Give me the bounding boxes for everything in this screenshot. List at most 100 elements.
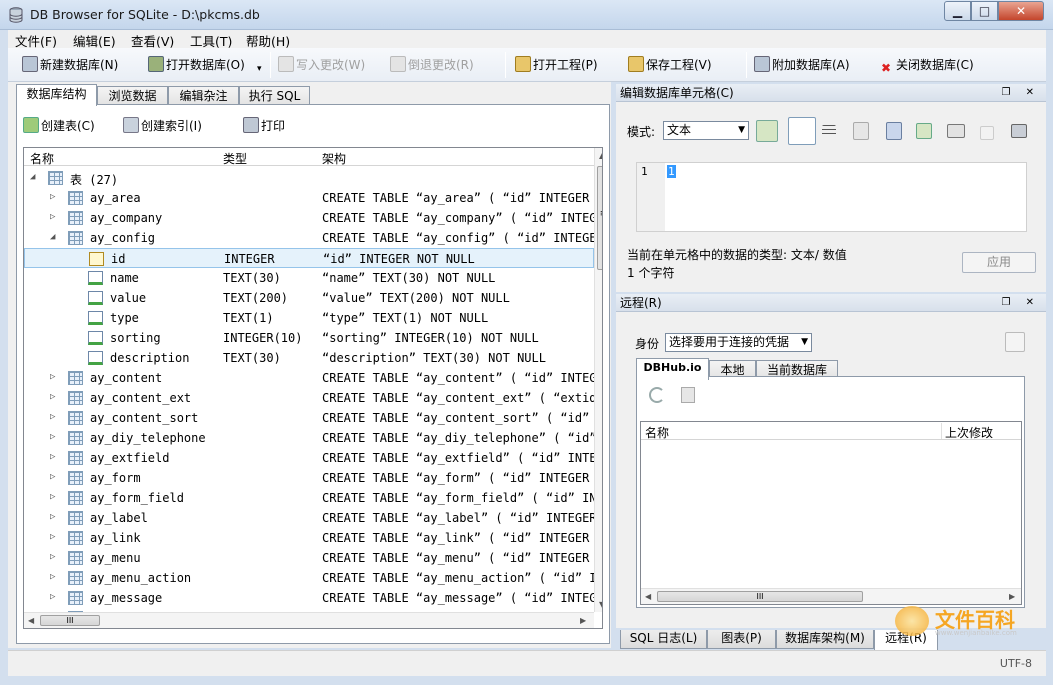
cell-text-editor[interactable]: 1 1: [636, 162, 1027, 232]
horizontal-scroll-thumb[interactable]: III: [657, 591, 863, 602]
horizontal-scroll-thumb[interactable]: III: [40, 615, 100, 626]
scroll-up-arrow-icon[interactable]: ▲: [599, 151, 602, 160]
expand-arrow-icon[interactable]: ▷: [50, 412, 55, 422]
column-header-name[interactable]: 名称: [645, 424, 669, 441]
new-database-button[interactable]: 新建数据库(N): [22, 56, 118, 74]
word-wrap-icon[interactable]: [788, 117, 816, 145]
schema-tree[interactable]: 名称 类型 架构 ◢ 表 (27) ▷ ay_area CREATE TABLE “…: [23, 147, 603, 629]
apply-button[interactable]: 应用: [962, 252, 1036, 273]
vertical-scroll-thumb[interactable]: ≡: [597, 166, 602, 270]
table-icon: [68, 371, 83, 385]
indent-icon[interactable]: [822, 125, 836, 137]
tab-edit-pragmas[interactable]: 编辑杂注: [168, 86, 239, 106]
attach-database-button[interactable]: 附加数据库(A): [754, 56, 850, 74]
tree-field-row[interactable]: name TEXT(30) “name” TEXT(30) NOT NULL: [24, 268, 594, 288]
tab-execute-sql[interactable]: 执行 SQL: [239, 86, 310, 106]
tree-table-row[interactable]: ▷ ay_form CREATE TABLE “ay_form” ( “id” IN…: [24, 468, 594, 488]
close-button[interactable]: ✕: [998, 1, 1044, 21]
tree-table-row[interactable]: ▷ ay_extfield CREATE TABLE “ay_extfield” (…: [24, 448, 594, 468]
column-header-name[interactable]: 名称: [30, 150, 54, 167]
expand-arrow-icon[interactable]: ▷: [50, 572, 55, 582]
expand-arrow-icon[interactable]: ▷: [50, 552, 55, 562]
expand-arrow-icon[interactable]: ▷: [50, 432, 55, 442]
expand-arrow-icon[interactable]: ▷: [50, 492, 55, 502]
vertical-scrollbar[interactable]: ▲ ≡ ▼: [594, 148, 602, 612]
tree-table-row[interactable]: ▷ ay_form_field CREATE TABLE “ay_form_fiel…: [24, 488, 594, 508]
tree-field-row[interactable]: value TEXT(200) “value” TEXT(200) NOT NULL: [24, 288, 594, 308]
expand-arrow-icon[interactable]: ▷: [50, 532, 55, 542]
tree-field-row[interactable]: description TEXT(30) “description” TEXT(30…: [24, 348, 594, 368]
expand-arrow-icon[interactable]: ▷: [50, 512, 55, 522]
dock-float-close-icons[interactable]: ❐ ✕: [1001, 294, 1040, 312]
tree-table-row[interactable]: ▷ ay_menu CREATE TABLE “ay_menu” ( “id” IN…: [24, 548, 594, 568]
tree-table-row[interactable]: ▷ ay_content_sort CREATE TABLE “ay_content…: [24, 408, 594, 428]
scroll-down-arrow-icon[interactable]: ▼: [599, 600, 602, 609]
expand-arrow-icon[interactable]: ▷: [50, 592, 55, 602]
tree-table-row[interactable]: ▷ ay_company CREATE TABLE “ay_company” ( “…: [24, 208, 594, 228]
tree-field-row[interactable]: id INTEGER “id” INTEGER NOT NULL: [24, 248, 594, 268]
column-header-last-modified[interactable]: 上次修改: [945, 424, 993, 441]
close-database-button[interactable]: ✖ 关闭数据库(C): [878, 56, 974, 75]
horizontal-scrollbar[interactable]: ◀ III ▶: [641, 588, 1021, 604]
scroll-right-arrow-icon[interactable]: ▶: [580, 616, 586, 625]
tree-table-row[interactable]: ▷ ay_label CREATE TABLE “ay_label” ( “id” …: [24, 508, 594, 528]
tab-db-schema[interactable]: 数据库架构(M): [776, 630, 874, 649]
collapse-arrow-icon[interactable]: ◢: [30, 172, 35, 182]
refresh-icon[interactable]: [649, 387, 665, 403]
dock-float-close-icons[interactable]: ❐ ✕: [1001, 84, 1040, 102]
identity-select[interactable]: 选择要用于连接的凭据 ▼: [665, 333, 812, 352]
tree-table-row[interactable]: ▷ ay_content CREATE TABLE “ay_content” ( “…: [24, 368, 594, 388]
collapse-arrow-icon[interactable]: ◢: [50, 232, 55, 242]
identity-settings-icon[interactable]: [1005, 332, 1025, 352]
open-database-button[interactable]: 打开数据库(O): [148, 56, 245, 74]
tab-dbhub[interactable]: DBHub.io: [636, 358, 709, 380]
tab-plot[interactable]: 图表(P): [707, 630, 776, 649]
open-external-icon[interactable]: [947, 124, 965, 138]
tree-table-row[interactable]: ▷ ay_area CREATE TABLE “ay_area” ( “id” IN…: [24, 188, 594, 208]
scroll-right-arrow-icon[interactable]: ▶: [1009, 592, 1015, 601]
tree-field-row[interactable]: type TEXT(1) “type” TEXT(1) NOT NULL: [24, 308, 594, 328]
tree-root-tables[interactable]: ◢ 表 (27): [24, 168, 594, 188]
minimize-button[interactable]: ▁: [944, 1, 971, 21]
tree-table-row[interactable]: ▷ ay_message CREATE TABLE “ay_message” ( “…: [24, 588, 594, 608]
clear-icon[interactable]: [980, 126, 994, 140]
create-index-button[interactable]: 创建索引(I): [123, 117, 202, 135]
set-null-icon[interactable]: [916, 123, 932, 139]
scroll-left-arrow-icon[interactable]: ◀: [28, 616, 34, 625]
expand-arrow-icon[interactable]: ▷: [50, 212, 55, 222]
tree-field-row[interactable]: sorting INTEGER(10) “sorting” INTEGER(10) …: [24, 328, 594, 348]
expand-arrow-icon[interactable]: ▷: [50, 372, 55, 382]
import-icon[interactable]: [853, 122, 869, 140]
remote-file-list[interactable]: 名称 上次修改 ◀ III ▶: [640, 421, 1022, 605]
tab-database-structure[interactable]: 数据库结构: [16, 84, 97, 106]
print-button[interactable]: 打印: [243, 117, 285, 135]
expand-arrow-icon[interactable]: ▷: [50, 192, 55, 202]
clone-database-icon[interactable]: [681, 387, 695, 403]
create-table-button[interactable]: 创建表(C): [23, 117, 95, 135]
printer-icon[interactable]: [1011, 124, 1027, 138]
auto-switch-mode-icon[interactable]: [756, 120, 778, 142]
scroll-left-arrow-icon[interactable]: ◀: [645, 592, 651, 601]
column-header-schema[interactable]: 架构: [322, 150, 346, 167]
expand-arrow-icon[interactable]: ▷: [50, 472, 55, 482]
expand-arrow-icon[interactable]: ▷: [50, 392, 55, 402]
tree-table-row[interactable]: ◢ ay_config CREATE TABLE “ay_config” ( “id…: [24, 228, 594, 248]
tree-table-row[interactable]: ▷ ay_content_ext CREATE TABLE “ay_content_…: [24, 388, 594, 408]
expand-arrow-icon[interactable]: ▷: [50, 452, 55, 462]
tab-browse-data[interactable]: 浏览数据: [97, 86, 168, 106]
cell-value[interactable]: 1: [667, 165, 676, 178]
tree-table-row[interactable]: ▷ ay_menu_action CREATE TABLE “ay_menu_act…: [24, 568, 594, 588]
mode-select[interactable]: 文本 ▼: [663, 121, 749, 140]
tree-table-row[interactable]: ▷ ay_link CREATE TABLE “ay_link” ( “id” IN…: [24, 528, 594, 548]
tab-sql-log[interactable]: SQL 日志(L): [620, 630, 707, 649]
export-icon[interactable]: [886, 122, 902, 140]
horizontal-scrollbar[interactable]: ◀ III ▶: [24, 612, 594, 628]
maximize-button[interactable]: □: [971, 1, 998, 21]
write-changes-button[interactable]: 写入更改(W): [278, 56, 365, 74]
save-project-button[interactable]: 保存工程(V): [628, 56, 712, 74]
open-database-dropdown-icon[interactable]: ▾: [257, 60, 262, 78]
tree-table-row[interactable]: ▷ ay_diy_telephone CREATE TABLE “ay_diy_te…: [24, 428, 594, 448]
column-header-type[interactable]: 类型: [223, 150, 247, 167]
open-project-button[interactable]: 打开工程(P): [515, 56, 598, 74]
revert-changes-button[interactable]: 倒退更改(R): [390, 56, 474, 74]
